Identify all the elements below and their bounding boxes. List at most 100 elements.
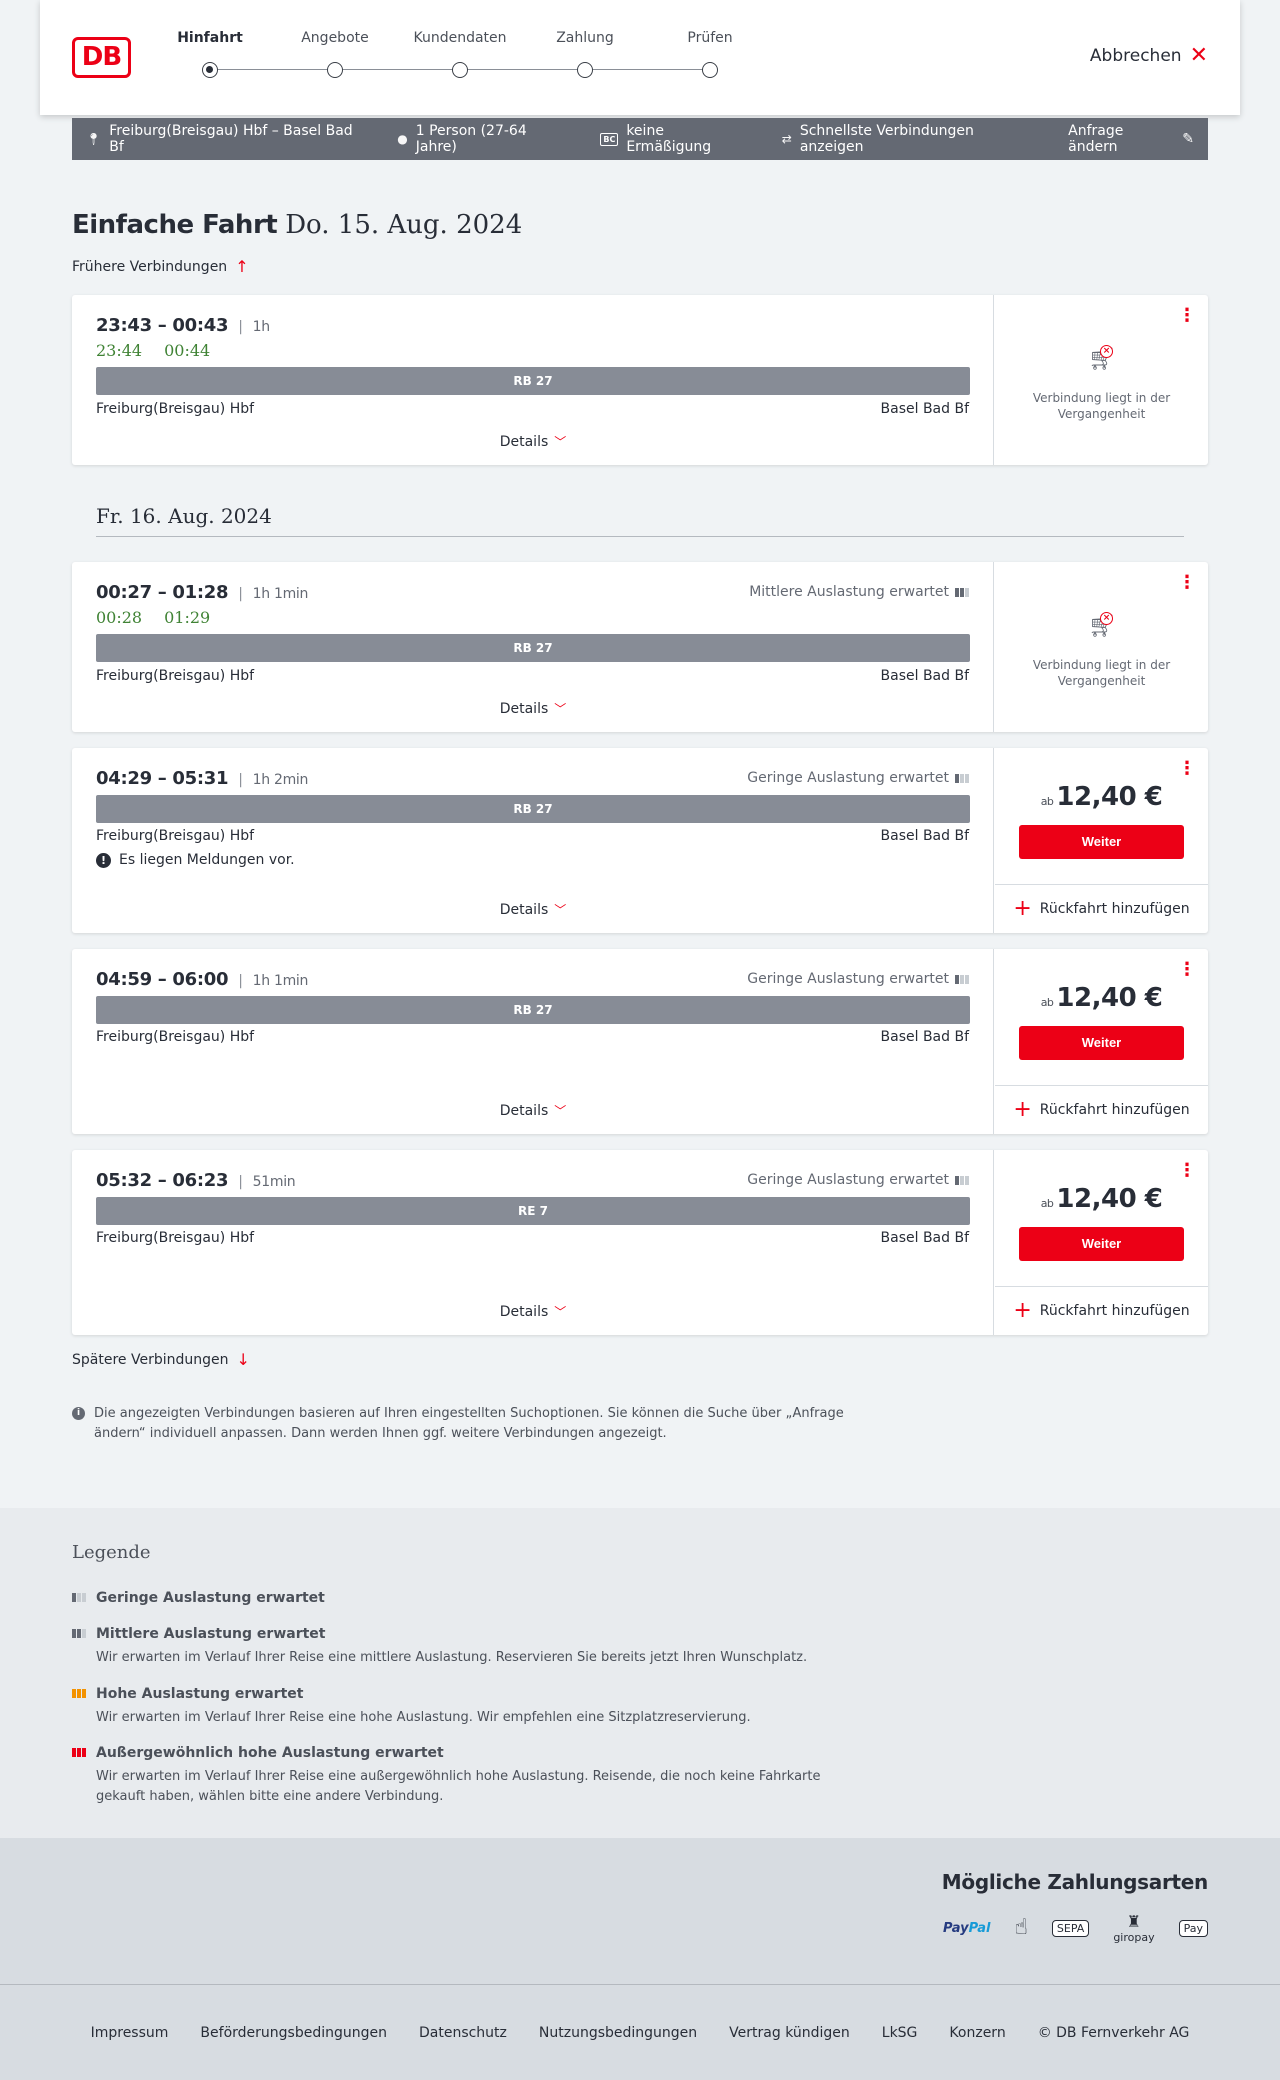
occupancy-text: Geringe Auslastung erwartet	[747, 770, 949, 786]
price: ab 12,40 €	[995, 782, 1208, 812]
more-options-icon[interactable]: ⋮	[1178, 1162, 1196, 1180]
more-options-icon[interactable]: ⋮	[1178, 961, 1196, 979]
search-summary-bar: 📍︎ Freiburg(Breisgau) Hbf – Basel Bad Bf…	[72, 118, 1208, 160]
legend-item-title: Mittlere Auslastung erwartet	[72, 1626, 872, 1642]
footer-link-konzern[interactable]: Konzern	[949, 2025, 1005, 2041]
connection-info[interactable]: 23:43 – 00:43 1h 23:44 00:44 RB 27 Freibur…	[72, 295, 994, 465]
footer: Impressum Beförderungsbedingungen Datens…	[0, 1984, 1280, 2080]
destination-station: Basel Bad Bf	[880, 1029, 969, 1045]
continue-button[interactable]: Weiter	[1019, 1227, 1184, 1261]
connection-duration: 51min	[238, 1174, 295, 1190]
departure-arrival: 05:32 – 06:23	[96, 1170, 229, 1191]
occupancy-indicator: Mittlere Auslastung erwartet	[749, 584, 969, 600]
destination-station: Basel Bad Bf	[880, 668, 969, 684]
connection-info[interactable]: 04:59 – 06:00 1h 1min Geringe Auslastung …	[72, 949, 994, 1134]
step-zahlung: Zahlung	[535, 30, 635, 78]
connection-offer: ⋮ ab 12,40 € Weiter + Rückfahrt hinzufügen	[995, 949, 1208, 1134]
add-return-trip-button[interactable]: + Rückfahrt hinzufügen	[995, 884, 1208, 932]
footer-link-vertrag-kuendigen[interactable]: Vertrag kündigen	[729, 2025, 850, 2041]
step-dot	[702, 62, 718, 78]
credit-card-icon: ☝︎	[1014, 1915, 1028, 1940]
footer-link-datenschutz[interactable]: Datenschutz	[419, 2025, 507, 2041]
add-return-trip-button[interactable]: + Rückfahrt hinzufügen	[995, 1085, 1208, 1133]
plus-icon: +	[1013, 1096, 1032, 1122]
occupancy-text: Geringe Auslastung erwartet	[747, 971, 949, 987]
step-dot	[327, 62, 343, 78]
plus-icon: +	[1013, 1297, 1032, 1323]
footer-link-impressum[interactable]: Impressum	[91, 2025, 169, 2041]
more-options-icon[interactable]: ⋮	[1178, 760, 1196, 778]
travellers-summary: ● 1 Person (27-64 Jahre)	[397, 123, 568, 155]
pencil-icon: ✎	[1182, 131, 1195, 147]
occupancy-low-icon	[955, 773, 969, 783]
location-pin-icon: 📍︎	[86, 132, 102, 146]
details-label: Details	[499, 434, 549, 450]
details-toggle[interactable]: Details ﹀	[72, 1102, 994, 1119]
connection-duration: 1h	[238, 319, 270, 335]
occupancy-low-icon	[72, 1593, 86, 1602]
departure-arrival: 04:29 – 05:31	[96, 768, 229, 789]
continue-button[interactable]: Weiter	[1019, 1026, 1184, 1060]
footer-link-befoerderungsbedingungen[interactable]: Beförderungsbedingungen	[200, 2025, 387, 2041]
connection-info[interactable]: 00:27 – 01:28 1h 1min Mittlere Auslastung…	[72, 562, 994, 732]
footer-copyright: © DB Fernverkehr AG	[1037, 2024, 1190, 2041]
connection-info[interactable]: 05:32 – 06:23 51min Geringe Auslastung er…	[72, 1150, 994, 1335]
step-label: Prüfen	[687, 30, 733, 46]
legend-section: Legende Geringe Auslastung erwartet Mitt…	[0, 1508, 1280, 1838]
disruption-message[interactable]: ! Es liegen Meldungen vor.	[96, 852, 295, 868]
giropay-icon: ♜ giropay	[1113, 1912, 1154, 1944]
earlier-label: Frühere Verbindungen	[72, 258, 228, 275]
page-title-trip-type: Einfache Fahrt	[72, 210, 278, 240]
past-connection-text: Verbindung liegt in der Vergangenheit	[1032, 658, 1171, 688]
price-value: 12,40 €	[1056, 983, 1163, 1013]
legend-desc: Wir erwarten im Verlauf Ihrer Reise eine…	[96, 1710, 751, 1725]
occupancy-extreme-icon	[72, 1748, 86, 1757]
sepa-icon: SEPA	[1051, 1919, 1090, 1937]
connection-offer: ⋮ 🛒︎ × Verbindung liegt in der Vergangenh…	[995, 562, 1208, 732]
payment-icons: PayPal ☝︎ SEPA ♜ giropay Pay	[943, 1912, 1208, 1944]
connection-offer: ⋮ ab 12,40 € Weiter + Rückfahrt hinzufügen	[995, 748, 1208, 933]
details-toggle[interactable]: Details ﹀	[72, 700, 994, 717]
return-label: Rückfahrt hinzufügen	[1039, 900, 1190, 917]
payment-methods-section: Mögliche Zahlungsarten PayPal ☝︎ SEPA ♜ g…	[0, 1838, 1280, 1984]
more-options-icon[interactable]: ⋮	[1178, 307, 1196, 325]
step-label: Angebote	[301, 30, 369, 46]
page-title-date: Do. 15. Aug. 2024	[285, 210, 523, 240]
details-toggle[interactable]: Details ﹀	[72, 433, 994, 450]
details-toggle[interactable]: Details ﹀	[72, 901, 994, 918]
paypal-text-b: Pal	[968, 1920, 991, 1936]
occupancy-indicator: Geringe Auslastung erwartet	[747, 770, 969, 786]
cancel-label: Abbrechen	[1089, 46, 1182, 66]
travellers-text: 1 Person (27-64 Jahre)	[415, 123, 527, 155]
db-logo[interactable]: DB	[72, 37, 131, 78]
legend-item-low: Geringe Auslastung erwartet	[72, 1590, 872, 1606]
occupancy-text: Mittlere Auslastung erwartet	[749, 584, 949, 600]
realtime-times: 23:44 00:44	[96, 341, 210, 360]
more-options-icon[interactable]: ⋮	[1178, 574, 1196, 592]
edit-request-button[interactable]: Anfrage ändern ✎	[1068, 123, 1194, 155]
continue-button[interactable]: Weiter	[1019, 825, 1184, 859]
legend-desc: Wir erwarten im Verlauf Ihrer Reise eine…	[96, 1769, 821, 1804]
train-segment-bar: RB 27	[96, 795, 970, 823]
chevron-down-icon: ﹀	[554, 435, 567, 449]
footer-link-nutzungsbedingungen[interactable]: Nutzungsbedingungen	[539, 2025, 697, 2041]
step-kundendaten: Kundendaten	[410, 30, 510, 78]
details-toggle[interactable]: Details ﹀	[72, 1303, 994, 1320]
return-label: Rückfahrt hinzufügen	[1039, 1101, 1190, 1118]
page-title: Einfache Fahrt Do. 15. Aug. 2024	[72, 210, 522, 240]
connection-info[interactable]: 04:29 – 05:31 1h 2min Geringe Auslastung …	[72, 748, 994, 933]
step-dot	[452, 62, 468, 78]
cancel-button[interactable]: Abbrechen ✕	[1089, 45, 1208, 67]
step-dot	[577, 62, 593, 78]
edit-request-label: Anfrage ändern	[1068, 123, 1124, 155]
later-connections-link[interactable]: Spätere Verbindungen ↓	[72, 1350, 250, 1369]
cart-x-mark: ×	[1100, 345, 1113, 358]
footer-link-lksg[interactable]: LkSG	[882, 2025, 918, 2041]
connection-times: 00:27 – 01:28 1h 1min	[96, 582, 308, 603]
cart-unavailable-icon: 🛒︎ ×	[1088, 345, 1116, 372]
step-label: Kundendaten	[413, 30, 507, 46]
add-return-trip-button[interactable]: + Rückfahrt hinzufügen	[995, 1286, 1208, 1334]
earlier-connections-link[interactable]: Frühere Verbindungen ↑	[72, 257, 249, 276]
occupancy-medium-icon	[955, 587, 969, 597]
person-icon: ●	[397, 132, 408, 146]
